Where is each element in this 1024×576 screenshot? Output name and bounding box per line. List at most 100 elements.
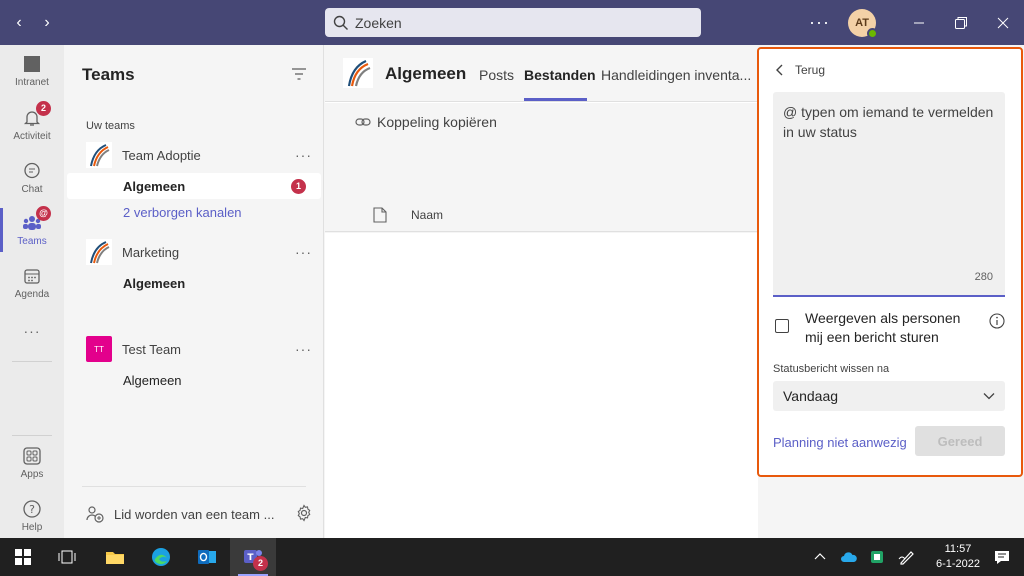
chevron-up-icon[interactable]: [814, 551, 826, 563]
copy-link-label: Koppeling kopiëren: [377, 114, 497, 130]
back-label: Terug: [795, 63, 826, 77]
files-toolbar: Koppeling kopiëren: [325, 103, 758, 141]
file-explorer-icon[interactable]: [92, 538, 138, 576]
show-when-messaged-option: Weergeven als personen mij een bericht s…: [775, 309, 1005, 347]
onedrive-icon[interactable]: [840, 551, 858, 563]
rail-item-chat[interactable]: Chat: [0, 160, 64, 195]
system-tray: 11:57 6-1-2022: [814, 538, 1024, 576]
search-input[interactable]: Zoeken: [325, 8, 701, 37]
section-label: Uw teams: [86, 120, 135, 132]
pen-workspace-icon[interactable]: [898, 549, 916, 565]
chevron-left-icon: [776, 64, 783, 76]
done-button[interactable]: Gereed: [915, 426, 1005, 456]
chevron-down-icon: [983, 393, 995, 400]
chat-icon: [21, 160, 43, 182]
teams-mention-badge: @: [36, 206, 51, 221]
join-team-icon: [86, 506, 104, 523]
team-row-test[interactable]: TT Test Team ···: [86, 336, 312, 362]
more-options-icon[interactable]: ···: [809, 12, 830, 33]
back-arrow-icon[interactable]: ‹: [12, 14, 26, 32]
clear-after-value: Vandaag: [783, 388, 839, 404]
hidden-channels-link[interactable]: 2 verborgen kanalen: [123, 205, 242, 220]
show-when-messaged-checkbox[interactable]: [775, 319, 789, 333]
rail-label: Activiteit: [13, 131, 51, 142]
panel-divider: [82, 486, 306, 487]
checkbox-label: Weergeven als personen mij een bericht s…: [805, 310, 961, 345]
help-icon: ?: [21, 498, 43, 520]
tray-app-icon[interactable]: [870, 550, 884, 564]
teams-people-icon: @: [21, 206, 51, 234]
avatar[interactable]: AT: [848, 8, 878, 39]
back-button[interactable]: Terug: [775, 63, 825, 77]
file-type-icon: [373, 207, 387, 223]
filter-icon[interactable]: [291, 67, 307, 81]
calendar-icon: [21, 265, 43, 287]
rail-label: Chat: [21, 184, 43, 195]
team-more-icon[interactable]: ···: [295, 244, 312, 260]
active-tab-indicator: [524, 98, 587, 101]
copy-link-button[interactable]: Koppeling kopiëren: [355, 114, 497, 130]
search-icon: [333, 15, 348, 30]
panel-title: Teams: [82, 65, 135, 84]
apps-grid-icon: [21, 445, 43, 467]
rail-item-intranet[interactable]: Intranet: [0, 53, 64, 88]
rail-item-help[interactable]: ? Help: [0, 498, 64, 533]
minimize-icon[interactable]: [898, 0, 940, 45]
more-apps-icon[interactable]: ···: [0, 323, 64, 339]
channel-item[interactable]: Algemeen: [123, 179, 185, 194]
team-row-adoptie[interactable]: Team Adoptie ···: [86, 142, 312, 168]
rail-item-teams[interactable]: @ Teams: [0, 206, 64, 252]
rail-divider: [12, 361, 52, 362]
clear-after-label: Statusbericht wissen na: [773, 363, 890, 375]
status-placeholder: @ typen om iemand te vermelden in uw sta…: [783, 104, 994, 140]
join-team-button[interactable]: Lid worden van een team ...: [86, 505, 274, 523]
rail-label: Teams: [17, 236, 47, 247]
nav-arrows: ‹ ›: [12, 14, 54, 32]
forward-arrow-icon[interactable]: ›: [40, 14, 54, 32]
selected-channel-highlight: [67, 173, 321, 199]
edge-browser-icon[interactable]: [138, 538, 184, 576]
notification-center-icon[interactable]: [994, 549, 1010, 565]
team-logo-icon: [86, 142, 112, 168]
rail-label: Help: [21, 522, 43, 533]
rail-divider: [12, 435, 52, 436]
taskbar-clock[interactable]: 11:57 6-1-2022: [936, 542, 980, 572]
restore-icon[interactable]: [940, 0, 982, 45]
rail-item-activity[interactable]: 2 Activiteit: [0, 101, 64, 142]
rail-item-apps[interactable]: Apps: [0, 445, 64, 480]
rail-item-agenda[interactable]: Agenda: [0, 265, 64, 300]
tab-manuals[interactable]: Handleidingen inventa...: [601, 67, 751, 83]
schedule-away-link[interactable]: Planning niet aanwezig: [773, 435, 907, 450]
teams-taskbar-icon[interactable]: T 2: [230, 538, 276, 576]
status-message-input[interactable]: @ typen om iemand te vermelden in uw sta…: [773, 92, 1005, 297]
channel-content: Algemeen Posts Bestanden Handleidingen i…: [325, 45, 758, 538]
column-name-label: Naam: [411, 208, 444, 222]
clear-after-select[interactable]: Vandaag: [773, 381, 1005, 411]
team-more-icon[interactable]: ···: [295, 147, 312, 163]
channel-header: Algemeen Posts Bestanden Handleidingen i…: [325, 45, 758, 102]
team-name: Test Team: [122, 341, 182, 357]
team-name: Marketing: [122, 244, 180, 260]
join-team-label: Lid worden van een team ...: [114, 506, 275, 522]
channel-item[interactable]: Algemeen: [123, 276, 185, 291]
close-icon[interactable]: [982, 0, 1024, 45]
clock-time: 11:57: [944, 543, 972, 555]
windows-start-icon[interactable]: [0, 538, 46, 576]
svg-text:?: ?: [29, 503, 35, 516]
app-rail: Intranet 2 Activiteit Chat @ Teams Agend…: [0, 45, 64, 538]
team-more-icon[interactable]: ···: [295, 341, 312, 357]
info-icon[interactable]: [989, 313, 1005, 329]
rail-label: Intranet: [15, 77, 49, 88]
tab-files[interactable]: Bestanden: [524, 67, 596, 83]
intranet-icon: [21, 53, 43, 75]
task-view-icon[interactable]: [44, 538, 90, 576]
team-row-marketing[interactable]: Marketing ···: [86, 239, 312, 265]
tab-posts[interactable]: Posts: [479, 67, 514, 83]
bell-icon: 2: [21, 101, 51, 129]
gear-icon[interactable]: [295, 504, 313, 522]
team-logo-icon: [86, 239, 112, 265]
column-header-name[interactable]: Naam: [373, 207, 443, 223]
teams-taskbar-badge: 2: [253, 556, 268, 571]
outlook-icon[interactable]: [184, 538, 230, 576]
channel-item[interactable]: Algemeen: [123, 373, 182, 388]
